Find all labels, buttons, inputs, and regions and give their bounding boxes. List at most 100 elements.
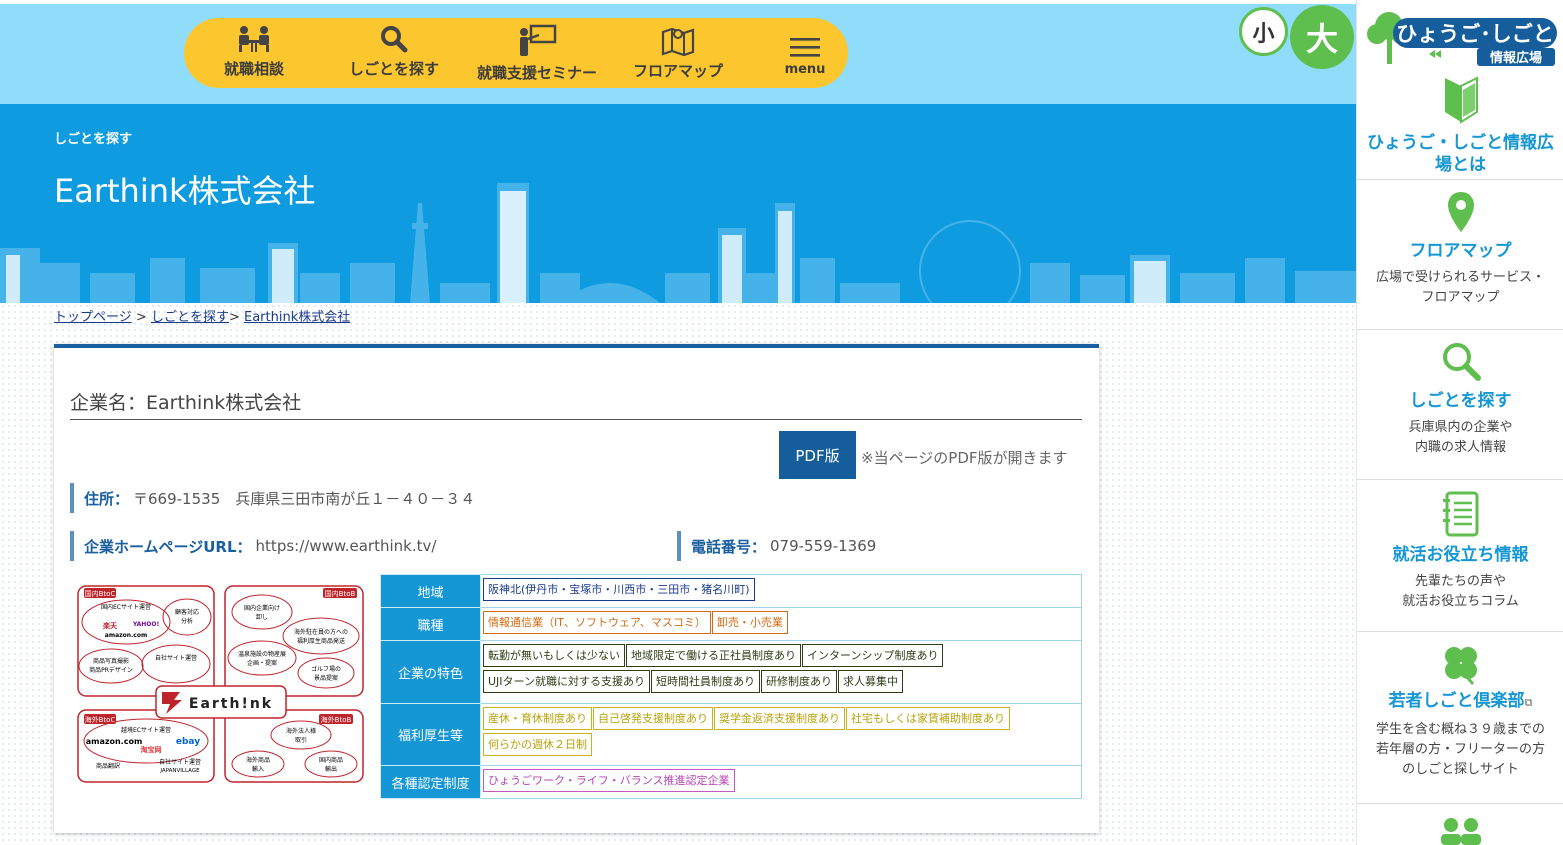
svg-text:福利厚生商品発送: 福利厚生商品発送 [297, 637, 345, 645]
svg-text:自社サイト運営: 自社サイト運営 [159, 758, 201, 766]
sidebar-item-job-tips-desc-2: 就活お役立ちコラム [1402, 594, 1519, 609]
svg-text:顧客対応: 顧客対応 [175, 608, 199, 616]
url-row: 企業ホームページURL： https://www.earthink.tv/ [70, 531, 436, 561]
attribute-label: 職種 [380, 607, 481, 641]
attribute-tag: 奨学金返済支援制度あり [714, 707, 845, 730]
svg-text:輸出: 輸出 [325, 765, 337, 773]
svg-text:国内BtoB: 国内BtoB [325, 589, 356, 598]
attribute-tag: 自己啓発支援制度あり [593, 707, 713, 730]
phone-row: 電話番号： 079-559-1369 [677, 531, 876, 561]
attribute-tag: UJIターン就職に対する支援あり [483, 670, 650, 693]
sidebar-item-job-search-desc: 兵庫県内の企業や [1408, 420, 1513, 435]
map-icon [661, 27, 695, 56]
menu-label: menu [784, 62, 826, 77]
svg-text:国内ECサイト運営: 国内ECサイト運営 [101, 603, 151, 611]
svg-text:越境ECサイト運営: 越境ECサイト運営 [121, 726, 171, 734]
svg-text:amazon.com: amazon.com [105, 632, 147, 639]
nav-floor-map-label: フロアマップ [632, 62, 723, 80]
nav-job-search-label: しごとを探す [348, 60, 439, 78]
people-icon [1441, 818, 1481, 845]
attribute-tag: インターンシップ制度あり [802, 644, 944, 667]
svg-text:企画・提案: 企画・提案 [247, 659, 277, 667]
svg-text:国内BtoC: 国内BtoC [85, 589, 116, 598]
notebook-icon [1442, 491, 1478, 537]
svg-text:海外駐在員の方への: 海外駐在員の方への [294, 628, 348, 636]
nav-consultation[interactable]: 就職相談 [218, 18, 290, 88]
svg-text:商品PRデザイン: 商品PRデザイン [89, 666, 133, 674]
svg-text:ebay: ebay [176, 737, 200, 747]
breadcrumb-search-link[interactable]: しごとを探す [151, 310, 229, 325]
attribute-tag: 研修制度あり [761, 670, 837, 693]
breadcrumb-home-link[interactable]: トップページ [54, 310, 132, 325]
hamburger-icon [790, 38, 820, 57]
sidebar-item-youth-club[interactable]: 若者しごと倶楽部⧉ 学生を含む概ね３９歳までの 若年層の方・フリーターの方 のし… [1357, 632, 1563, 804]
url-key: 企業ホームページURL： [84, 537, 252, 556]
menu-button[interactable]: menu [780, 18, 830, 88]
font-size-small-button[interactable]: 小 [1239, 7, 1288, 56]
svg-text:卸し: 卸し [256, 613, 268, 621]
pdf-button[interactable]: PDF版 [779, 431, 856, 479]
svg-text:ゴルフ場の: ゴルフ場の [311, 665, 341, 673]
url-value[interactable]: https://www.earthink.tv/ [256, 537, 437, 555]
svg-text:YAHOO!: YAHOO! [132, 621, 159, 628]
font-size-large-button[interactable]: 大 [1290, 5, 1354, 69]
page-title: Earthink株式会社 [54, 172, 316, 210]
site-logo[interactable]: ひょうご･しごと 情報広場 [1357, 4, 1563, 70]
attribute-tag: 阪神北(伊丹市・宝塚市・川西市・三田市・猪名川町) [483, 578, 755, 601]
svg-text:amazon.com: amazon.com [86, 737, 143, 746]
hero-banner: しごとを探す Earthink株式会社 [0, 104, 1356, 303]
svg-text:楽天: 楽天 [102, 621, 118, 630]
svg-text:温泉施設の物産展: 温泉施設の物産展 [238, 650, 286, 658]
svg-text:国内商品: 国内商品 [319, 756, 343, 764]
svg-text:情報広場: 情報広場 [1490, 50, 1542, 66]
svg-text:淘宝网: 淘宝网 [141, 745, 162, 754]
attribute-row: 地域 阪神北(伊丹市・宝塚市・川西市・三田市・猪名川町) [380, 574, 1082, 608]
breadcrumb-separator: > [135, 310, 147, 325]
main-nav: 就職相談 しごとを探す 就職支援セミナー フロアマップ menu [184, 18, 848, 88]
sidebar-item-job-tips[interactable]: 就活お役立ち情報 先輩たちの声や 就活お役立ちコラム [1357, 480, 1563, 632]
attribute-row: 企業の特色 転勤が無いもしくは少ない 地域限定で働ける正社員制度あり インターンシップ… [380, 640, 1082, 704]
attribute-tag: ひょうごワーク・ライフ・バランス推進認定企業 [483, 769, 735, 792]
sidebar-item-about-title: ひょうご・しごと情報広 [1367, 133, 1554, 153]
attribute-label: 地域 [380, 574, 481, 608]
address-row: 住所： 〒669-1535 兵庫県三田市南が丘１－４０－３４ [70, 483, 475, 513]
sidebar-item-floor-map-title: フロアマップ [1409, 241, 1512, 261]
sidebar-item-job-tips-desc: 先輩たちの声や [1414, 574, 1506, 589]
nav-job-search[interactable]: しごとを探す [344, 18, 444, 88]
attribute-tag: 地域限定で働ける正社員制度あり [626, 644, 801, 667]
hero-subtitle: しごとを探す [54, 132, 133, 147]
pdf-note: ※当ページのPDF版が開きます [861, 449, 1068, 467]
attribute-tag: 産休・育休制度あり [483, 707, 592, 730]
sidebar-item-floor-map-desc: 広場で受けられるサービス・ [1375, 270, 1545, 285]
top-header: 就職相談 しごとを探す 就職支援セミナー フロアマップ menu [0, 0, 1356, 104]
attribute-row: 職種 情報通信業（IT、ソフトウェア、マスコミ） 卸売・小売業 [380, 607, 1082, 641]
sidebar-item-youth-club-title: 若者しごと倶楽部⧉ [1388, 691, 1533, 711]
sidebar-item-youth-club-desc-2: 若年層の方・フリーターの方 [1375, 742, 1545, 757]
sidebar-item-job-tips-title: 就活お役立ち情報 [1392, 545, 1529, 565]
sidebar-item-about[interactable]: ひょうご・しごと情報広 場とは [1357, 76, 1563, 180]
sidebar-item-job-search[interactable]: しごとを探す 兵庫県内の企業や 内職の求人情報 [1357, 330, 1563, 480]
attribute-label: 福利厚生等 [380, 703, 481, 766]
clover-icon [1444, 647, 1477, 686]
attribute-tag: 短時間社員制度あり [651, 670, 760, 693]
breadcrumb: トップページ > しごとを探す> Earthink株式会社 [54, 306, 350, 325]
seminar-icon [520, 24, 557, 56]
right-sidebar: ひょうご･しごと 情報広場 ひょうご・しごと情報広 場とは フロアマップ 広場で… [1356, 0, 1563, 845]
sidebar-item-youth-club-desc-3: のしごと探しサイト [1402, 762, 1519, 777]
sidebar-item-floor-map-desc-2: フロアマップ [1421, 290, 1500, 305]
nav-seminar[interactable]: 就職支援セミナー [470, 18, 604, 88]
sidebar-item-floor-map[interactable]: フロアマップ 広場で受けられるサービス・ フロアマップ [1357, 180, 1563, 330]
nav-floor-map[interactable]: フロアマップ [628, 18, 728, 88]
magnifier-icon [1442, 343, 1481, 381]
svg-text:景品提案: 景品提案 [314, 674, 338, 682]
breadcrumb-current-link[interactable]: Earthink株式会社 [244, 310, 350, 325]
svg-text:商品翻訳: 商品翻訳 [96, 762, 120, 770]
sidebar-item-youth-club-desc: 学生を含む概ね３９歳までの [1375, 722, 1545, 737]
attribute-tags: 阪神北(伊丹市・宝塚市・川西市・三田市・猪名川町) [480, 574, 1082, 608]
phone-key: 電話番号： [691, 537, 767, 556]
svg-text:取引: 取引 [295, 736, 307, 744]
svg-text:海外BtoB: 海外BtoB [321, 715, 352, 724]
attribute-tag: 転勤が無いもしくは少ない [483, 644, 625, 667]
svg-text:輸入: 輸入 [252, 765, 264, 773]
company-name-heading: 企業名：Earthink株式会社 [70, 388, 1082, 420]
